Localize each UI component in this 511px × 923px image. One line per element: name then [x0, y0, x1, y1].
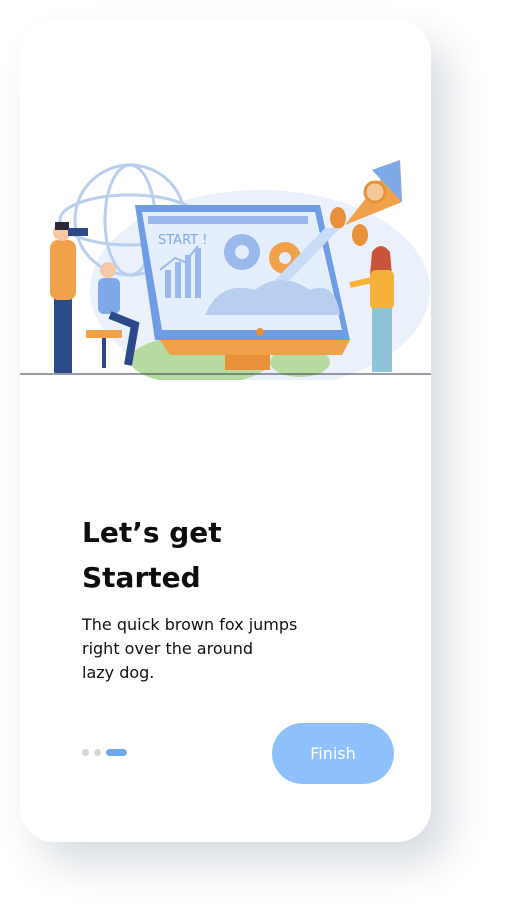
illustration-start-text: START !	[158, 233, 207, 248]
startup-illustration: START !	[20, 160, 431, 380]
page-description: The quick brown fox jumps right over the…	[82, 615, 298, 682]
onboarding-card: START ! Let’s get Started The quick brow…	[20, 20, 431, 842]
page-title: Let’s get Started	[82, 516, 222, 594]
page-dot-1[interactable]	[82, 749, 89, 756]
finish-button[interactable]: Finish	[272, 723, 394, 784]
page-indicator	[82, 749, 127, 756]
page-dot-2[interactable]	[94, 749, 101, 756]
page-dot-3-active[interactable]	[106, 749, 127, 756]
